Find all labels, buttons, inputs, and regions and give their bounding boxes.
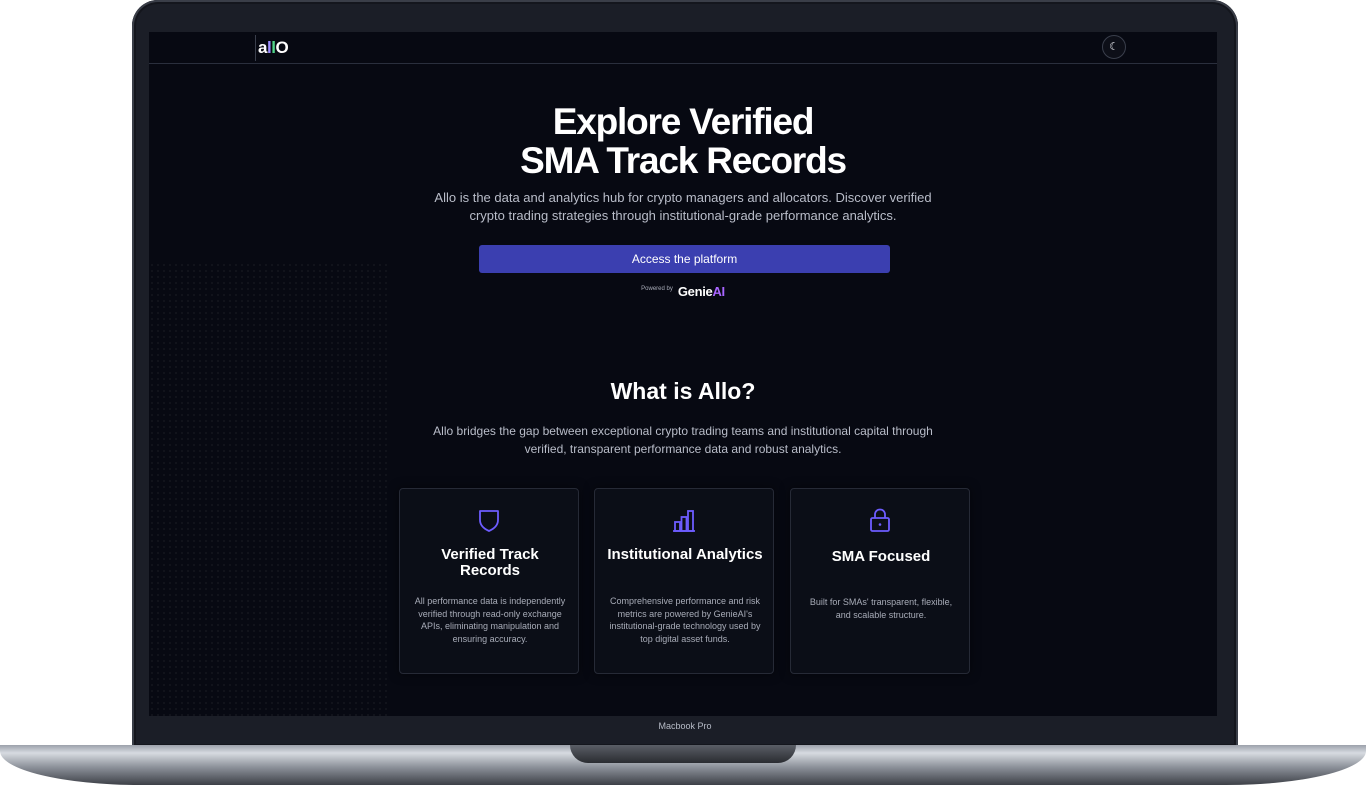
powered-by-label: Powered by	[641, 286, 673, 292]
theme-toggle-button[interactable]: ☾	[1102, 35, 1126, 59]
hero-subtitle: Allo is the data and analytics hub for c…	[434, 190, 932, 223]
feature-card-analytics: Institutional Analytics Comprehensive pe…	[594, 488, 774, 674]
powered-by: Powered by GenieAI	[149, 283, 1217, 301]
top-nav: allO ☾	[149, 32, 1217, 64]
moon-icon: ☾	[1109, 41, 1119, 53]
shield-icon	[479, 510, 499, 532]
laptop-notch	[570, 745, 796, 763]
logo-letter-o: O	[275, 38, 289, 57]
hero-title-line2: SMA Track Records	[520, 140, 847, 181]
hero-title: Explore Verified SMA Track Records	[149, 102, 1217, 180]
device-label: Macbook Pro	[658, 721, 712, 731]
card-title: Verified Track Records	[441, 546, 539, 579]
genieai-logo-accent: AI	[712, 284, 725, 299]
bar-chart-icon	[673, 510, 695, 532]
laptop-mockup: allO ☾ Explore Verified SMA Track Record…	[0, 0, 1366, 786]
card-title: Institutional Analytics	[607, 546, 763, 563]
genieai-logo-main: Genie	[677, 284, 713, 299]
browser-screen: allO ☾ Explore Verified SMA Track Record…	[149, 32, 1217, 716]
what-is-allo-title: What is Allo?	[610, 378, 756, 404]
logo-letter-a: a	[258, 38, 267, 57]
what-is-allo-subtitle: Allo bridges the gap between exceptional…	[433, 424, 933, 456]
card-title: SMA Focused	[831, 548, 931, 565]
card-text: All performance data is independently ve…	[414, 596, 566, 644]
hero-title-line1: Explore Verified	[552, 101, 815, 142]
feature-card-verified: Verified Track Records All performance d…	[399, 488, 579, 674]
lock-icon	[870, 508, 890, 532]
card-text: Comprehensive performance and risk metri…	[609, 596, 761, 644]
access-platform-button[interactable]: Access the platform	[479, 245, 890, 273]
allo-logo[interactable]: allO	[255, 35, 289, 61]
card-text: Built for SMAs' transparent, flexible, a…	[809, 597, 953, 620]
genieai-logo[interactable]: GenieAI	[678, 284, 725, 299]
feature-card-sma: SMA Focused Built for SMAs' transparent,…	[790, 488, 970, 674]
